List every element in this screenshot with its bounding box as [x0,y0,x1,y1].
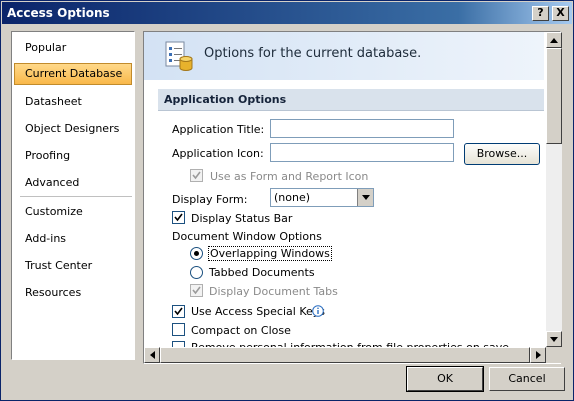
ok-button[interactable]: OK [406,366,484,392]
header-band: Options for the current database. [144,32,544,80]
use-as-form-icon-label: Use as Form and Report Icon [210,170,369,183]
options-category-list: Popular Current Database Datasheet Objec… [11,31,135,360]
section-title-application-options: Application Options [158,89,544,111]
application-icon-label: Application Icon: [172,147,264,160]
nav-item-datasheet[interactable]: Datasheet [14,91,132,113]
application-icon-input[interactable] [270,143,454,162]
checkmark-icon [174,213,183,222]
scroll-left-button[interactable] [144,347,160,363]
scroll-up-button[interactable] [546,32,562,48]
tabbed-documents-label: Tabbed Documents [209,266,315,279]
compact-on-close-checkbox[interactable] [172,323,185,336]
display-form-label: Display Form: [172,193,248,206]
checkmark-icon [192,286,201,295]
chevron-down-icon [362,195,370,200]
scroll-right-button[interactable] [530,347,546,363]
nav-item-resources[interactable]: Resources [14,282,132,304]
document-window-options-label: Document Window Options [172,230,322,243]
use-as-form-icon-checkbox[interactable] [190,169,203,182]
display-status-bar-checkbox[interactable] [172,211,185,224]
scroll-down-button[interactable] [546,331,562,347]
nav-item-object-designers[interactable]: Object Designers [14,118,132,140]
horizontal-scrollbar[interactable] [144,347,546,363]
chevron-right-icon [536,351,541,359]
nav-item-current-database[interactable]: Current Database [14,63,132,85]
title-bar: Access Options ? X [2,2,572,24]
nav-divider [20,196,132,197]
application-title-label: Application Title: [172,123,265,136]
chevron-down-icon [550,337,558,342]
nav-item-add-ins[interactable]: Add-ins [14,228,132,250]
horizontal-scroll-thumb[interactable] [160,347,530,363]
vertical-scroll-thumb[interactable] [546,48,562,144]
access-options-dialog: Access Options ? X Popular Current Datab… [0,0,574,401]
scrollbar-corner [546,347,562,363]
use-access-special-keys-checkbox[interactable] [172,305,185,318]
checkmark-icon [174,307,183,316]
nav-item-proofing[interactable]: Proofing [14,145,132,167]
vertical-scrollbar[interactable] [546,32,562,347]
display-document-tabs-label: Display Document Tabs [209,285,338,298]
display-document-tabs-checkbox[interactable] [190,284,203,297]
chevron-up-icon [550,38,558,43]
overlapping-windows-label: Overlapping Windows [208,246,332,261]
checkmark-icon [192,171,201,180]
application-title-input[interactable] [270,119,454,138]
cancel-button[interactable]: Cancel [489,367,565,391]
close-button[interactable]: X [552,6,569,21]
nav-item-popular[interactable]: Popular [14,37,132,59]
info-icon[interactable] [312,305,324,317]
display-form-value: (none) [274,191,311,204]
dropdown-button[interactable] [357,189,373,206]
display-form-select[interactable]: (none) [270,188,374,207]
display-status-bar-label: Display Status Bar [191,212,293,225]
use-access-special-keys-label: Use Access Special Keys [191,305,326,318]
window-title: Access Options [7,6,110,20]
radio-selected-dot [194,251,199,256]
tabbed-documents-radio[interactable] [190,266,203,279]
browse-button[interactable]: Browse... [464,143,540,165]
overlapping-windows-radio[interactable] [190,247,203,260]
help-button[interactable]: ? [532,6,549,21]
nav-item-trust-center[interactable]: Trust Center [14,255,132,277]
chevron-left-icon [150,351,155,359]
compact-on-close-label: Compact on Close [191,324,291,337]
page-heading: Options for the current database. [204,46,422,61]
nav-item-customize[interactable]: Customize [14,201,132,223]
options-content-panel: Options for the current database. Applic… [143,31,561,364]
database-options-icon [165,41,193,71]
nav-item-advanced[interactable]: Advanced [14,172,132,194]
